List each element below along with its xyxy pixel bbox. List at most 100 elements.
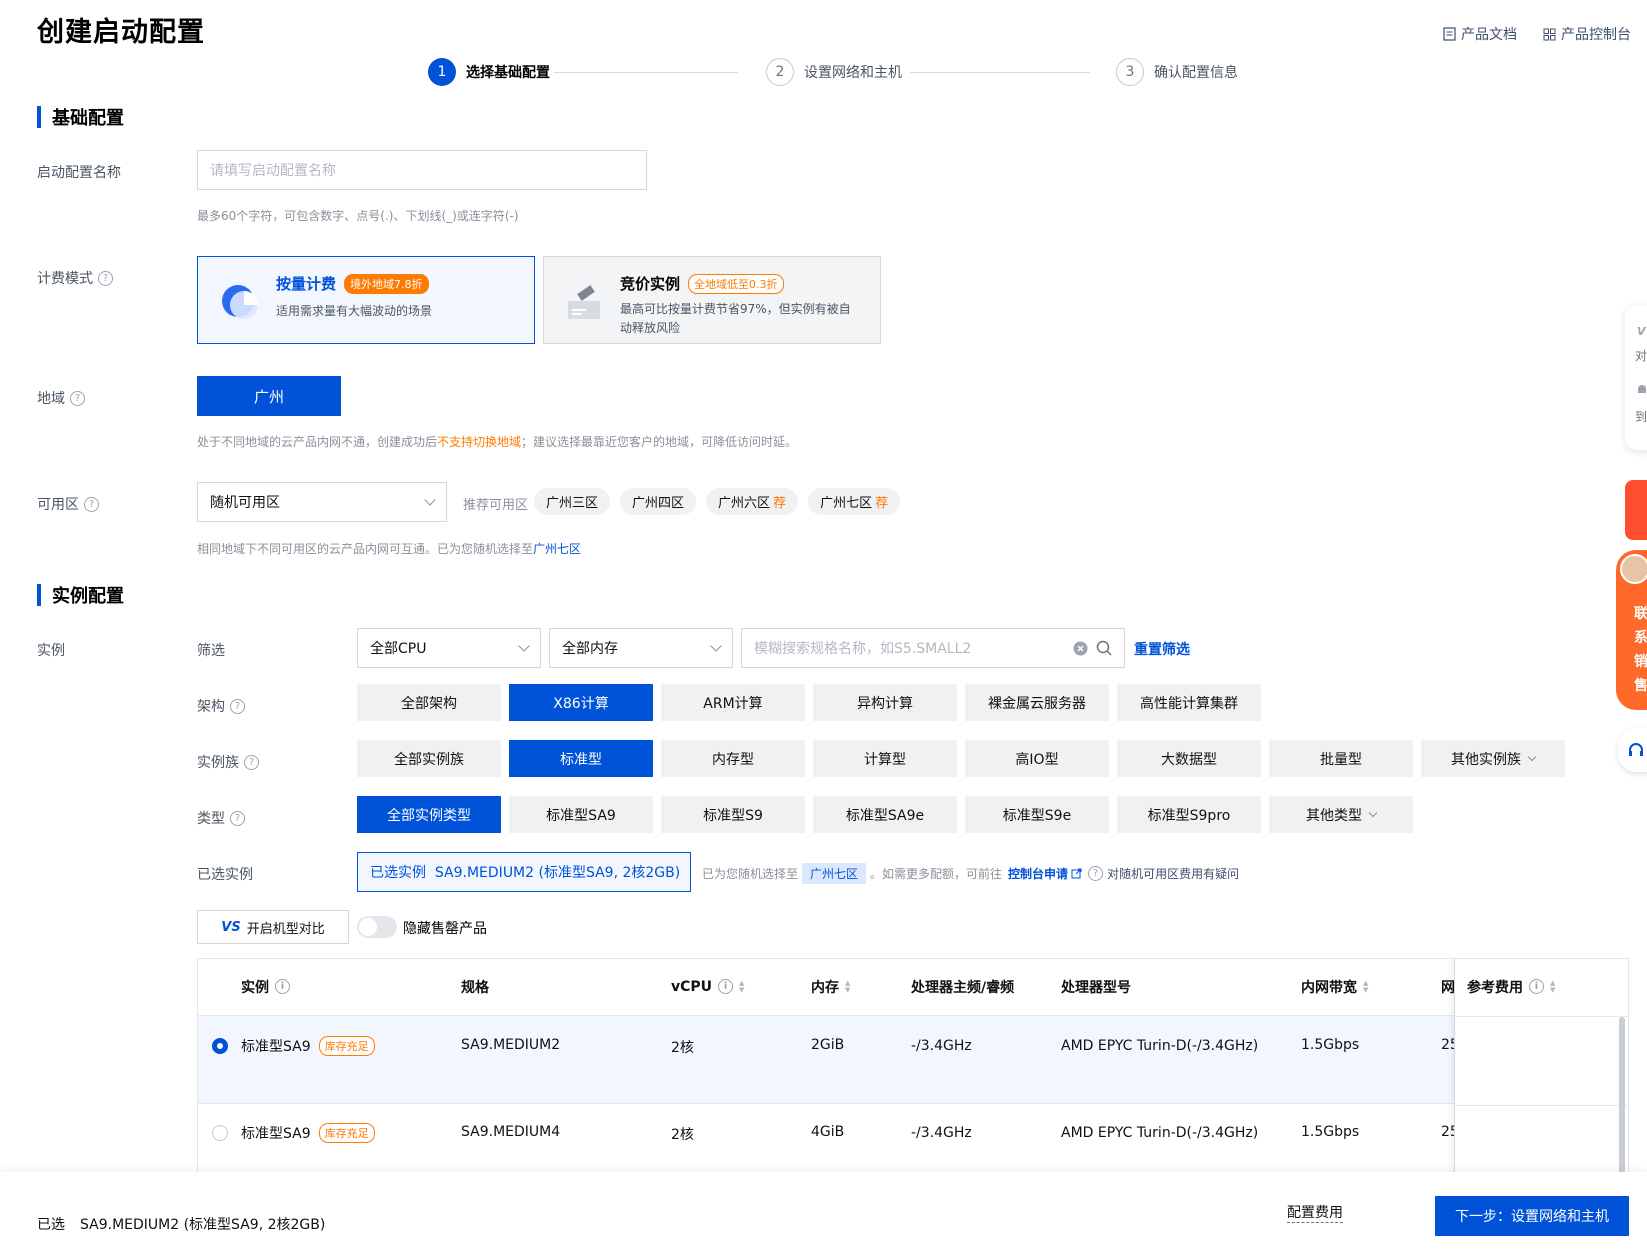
step-3[interactable]: 3 确认配置信息 [1116,58,1238,86]
sort-icon: ▲ ▼ [1550,978,1556,994]
help-icon[interactable]: ? [70,390,85,406]
arch-tile-all[interactable]: 全部架构 [357,684,501,721]
type-tile-s9e[interactable]: 标准型S9e [965,796,1109,833]
headset-button[interactable] [1618,728,1647,772]
family-tile-compute[interactable]: 计算型 [813,740,957,777]
arch-tile-baremetal[interactable]: 裸金属云服务器 [965,684,1109,721]
billing-option-spot[interactable]: 竞价实例 全地域低至0.3折 最高可比按量计费节省97%，但实例有被自 动释放风险 [543,256,881,344]
help-icon[interactable]: ? [1088,866,1104,881]
name-label: 启动配置名称 [37,165,121,181]
instance-label: 实例 [37,643,65,659]
info-icon[interactable]: i [275,979,290,994]
avatar [1620,554,1647,584]
discount-badge: 境外地域7.8折 [344,273,429,294]
sort-icon: ▲ ▼ [1363,978,1369,994]
section-basic: 基础配置 [37,104,124,130]
help-icon[interactable]: ? [84,496,99,512]
family-tile-highio[interactable]: 高IO型 [965,740,1109,777]
zone-pill[interactable]: 广州六区荐 [706,488,799,515]
col-memory[interactable]: 内存 ▲ ▼ [811,959,850,1014]
arch-tile-hetero[interactable]: 异构计算 [813,684,957,721]
zone-pill[interactable]: 广州七区荐 [808,488,901,515]
search-icon[interactable] [1096,640,1112,656]
info-icon: i [718,979,734,994]
docs-link[interactable]: 产品文档 [1443,24,1517,44]
family-tile-all[interactable]: 全部实例族 [357,740,501,777]
family-tile-bigdata[interactable]: 大数据型 [1117,740,1261,777]
vs-icon[interactable]: V [1637,325,1646,338]
external-link-icon [1071,868,1082,879]
col-processor: 处理器型号 [1061,979,1131,996]
table-scrollbar[interactable] [1619,1017,1625,1175]
billing-title: 竞价实例 [620,275,681,293]
table-header: 实例 i 规格 vCPU i ▲ ▼ 内存 ▲ ▼ 处理器主频/睿频 处理器型号 内网带宽 ▲… [198,959,1628,1016]
family-tile-batch[interactable]: 批量型 [1269,740,1413,777]
type-tile-s9pro[interactable]: 标准型S9pro [1117,796,1261,833]
zone-pill[interactable]: 广州四区 [620,488,697,515]
family-label: 实例族? [197,752,259,772]
compare-button[interactable]: VS 开启机型对比 [197,910,349,944]
family-tile-memory[interactable]: 内存型 [661,740,805,777]
selected-zone-tag: 广州七区 [802,863,867,884]
billing-option-postpaid[interactable]: 按量计费 境外地域7.8折 适用需求量有大幅波动的场景 [197,256,535,344]
config-name-input[interactable]: 请填写启动配置名称 [197,150,647,190]
bell-icon[interactable] [1635,383,1647,397]
spec-search-input[interactable]: 模糊搜索规格名称，如S5.SMALL2 [741,628,1125,668]
row-radio[interactable] [212,1038,228,1054]
help-icon[interactable]: ? [230,810,245,826]
promo-tab[interactable] [1625,480,1647,540]
table-row[interactable]: 标准型SA9 库存充足 SA9.MEDIUM2 2核 2GiB -/3.4GHz … [198,1016,1628,1104]
arch-tile-x86[interactable]: X86计算 [509,684,653,721]
table-row[interactable]: 标准型SA9 库存充足 SA9.MEDIUM4 2核 4GiB -/3.4GHz … [198,1105,1628,1175]
config-fee-label[interactable]: 配置费用 [1287,1202,1343,1223]
step-label: 选择基础配置 [466,65,550,81]
random-zone-fee-link[interactable]: 对随机可用区费用有疑问 [1107,865,1239,882]
billing-desc: 适用需求量有大幅波动的场景 [276,304,433,318]
zone-hint-link[interactable]: 广州七区 [533,542,581,556]
type-tile-all[interactable]: 全部实例类型 [357,796,501,833]
top-links: 产品文档 产品控制台 [1443,24,1631,44]
zone-select[interactable]: 随机可用区 [197,482,447,522]
type-tile-sa9e[interactable]: 标准型SA9e [813,796,957,833]
col-vcpu[interactable]: vCPU i ▲ ▼ [671,959,744,1014]
divider [1455,1016,1628,1017]
console-link[interactable]: 产品控制台 [1543,24,1631,44]
type-tile-other[interactable]: 其他类型 [1269,796,1413,833]
zone-pill[interactable]: 广州三区 [534,488,611,515]
help-icon[interactable]: ? [98,270,113,286]
toggle-knob [359,918,377,936]
family-tile-other[interactable]: 其他实例族 [1421,740,1565,777]
help-icon[interactable]: ? [230,698,245,714]
step-2[interactable]: 2 设置网络和主机 [766,58,902,86]
console-apply-link[interactable]: 控制台申请 [1008,865,1068,882]
arch-tile-arm[interactable]: ARM计算 [661,684,805,721]
type-tile-sa9[interactable]: 标准型SA9 [509,796,653,833]
family-tile-standard[interactable]: 标准型 [509,740,653,777]
section-instance: 实例配置 [37,582,124,608]
memory-filter-select[interactable]: 全部内存 [549,628,733,668]
stock-badge: 库存充足 [318,1036,375,1056]
row-radio[interactable] [212,1125,228,1141]
help-icon[interactable]: ? [244,754,259,770]
filter-label: 筛选 [197,643,225,659]
reset-filter-link[interactable]: 重置筛选 [1134,639,1190,659]
col-bandwidth[interactable]: 内网带宽 ▲ ▼ [1301,959,1368,1014]
fee-column: 参考费用 i ▲ ▼ [1454,959,1628,1175]
hide-soldout-toggle[interactable] [357,916,397,938]
type-tile-s9[interactable]: 标准型S9 [661,796,805,833]
arch-tile-hpc[interactable]: 高性能计算集群 [1117,684,1261,721]
gavel-icon [568,285,600,319]
contact-sales-tab[interactable]: 联 系 销 售 [1616,550,1647,710]
selected-instance-box[interactable]: 已选实例 SA9.MEDIUM2 (标准型SA9, 2核2GB) [357,852,691,892]
col-fee[interactable]: 参考费用 i ▲ ▼ [1467,959,1555,1014]
selected-instance-label: 已选实例 [197,867,253,883]
headset-icon [1629,743,1643,756]
step-label: 设置网络和主机 [804,65,902,81]
region-label: 地域? [37,388,85,408]
cpu-filter-select[interactable]: 全部CPU [357,628,541,668]
zone-rec-label: 推荐可用区 [463,498,529,513]
next-step-button[interactable]: 下一步：设置网络和主机 [1435,1196,1629,1236]
region-button-guangzhou[interactable]: 广州 [197,376,341,416]
step-1[interactable]: 1 选择基础配置 [428,58,550,86]
clear-icon[interactable] [1073,641,1088,656]
